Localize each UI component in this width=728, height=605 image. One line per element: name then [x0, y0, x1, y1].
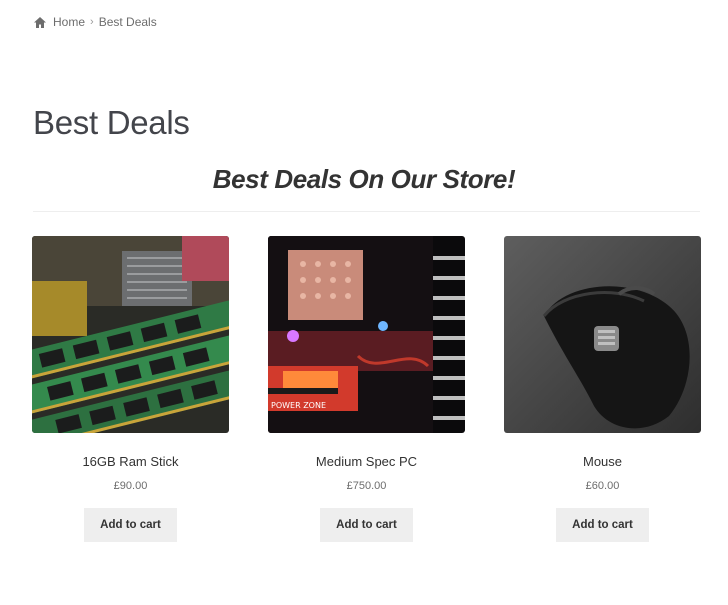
product-image-ram[interactable]: [32, 236, 229, 433]
product-price: £60.00: [585, 480, 620, 492]
product-card-ram: 16GB Ram Stick £90.00 Add to cart: [32, 236, 229, 542]
add-to-cart-button[interactable]: Add to cart: [84, 508, 177, 542]
divider: [33, 211, 700, 212]
add-to-cart-button[interactable]: Add to cart: [556, 508, 649, 542]
product-price: £90.00: [113, 480, 148, 492]
product-name[interactable]: Mouse: [504, 454, 701, 470]
breadcrumb-current: Best Deals: [98, 15, 157, 29]
product-card-mouse: Mouse £60.00 Add to cart: [504, 236, 701, 542]
product-name[interactable]: 16GB Ram Stick: [32, 454, 229, 470]
product-image-pc[interactable]: POWER ZONE: [268, 236, 465, 433]
home-icon[interactable]: [33, 16, 47, 29]
svg-text:POWER ZONE: POWER ZONE: [271, 401, 326, 410]
page-title: Best Deals: [33, 104, 190, 141]
breadcrumb: Home › Best Deals: [33, 14, 157, 30]
add-to-cart-button[interactable]: Add to cart: [320, 508, 413, 542]
product-image-mouse[interactable]: [504, 236, 701, 433]
product-name[interactable]: Medium Spec PC: [268, 454, 465, 470]
product-price: £750.00: [346, 480, 387, 492]
section-heading: Best Deals On Our Store!: [212, 164, 516, 194]
product-card-pc: POWER ZONE Medium Spec PC £750.00 Add to…: [268, 236, 465, 542]
chevron-right-icon: ›: [90, 16, 94, 28]
breadcrumb-home-link[interactable]: Home: [53, 15, 85, 29]
